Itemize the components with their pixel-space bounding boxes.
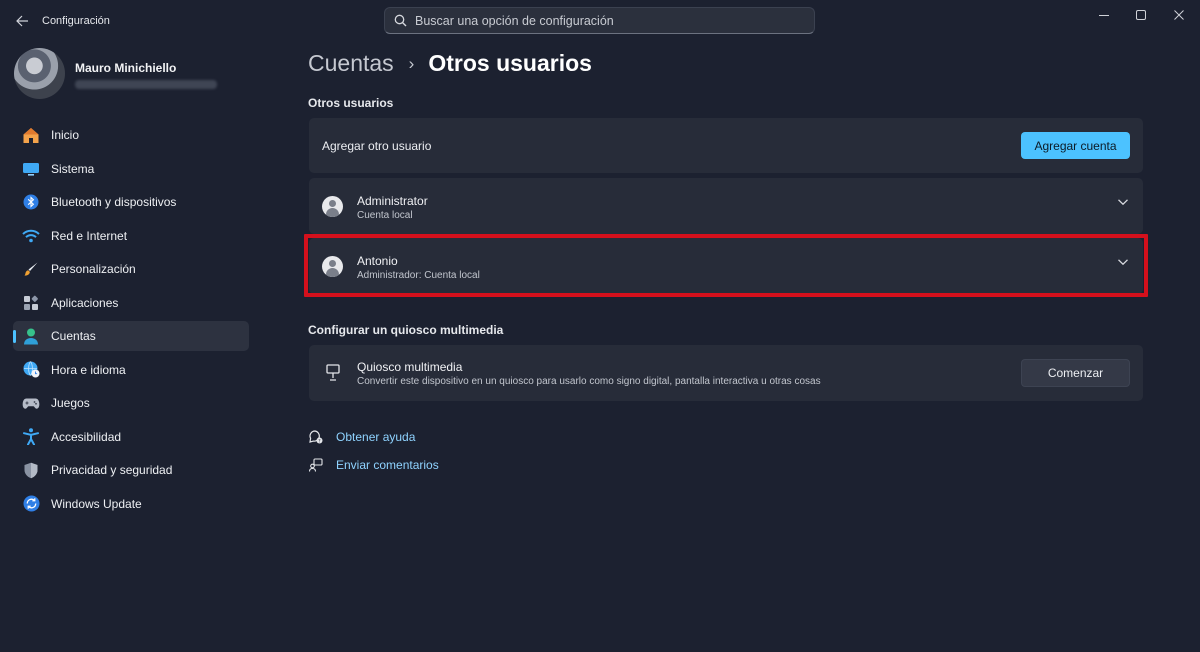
sidebar-item-label: Windows Update [51, 496, 142, 511]
feedback-link-text[interactable]: Enviar comentarios [336, 458, 439, 472]
back-button[interactable] [10, 10, 34, 32]
arrow-left-icon [15, 15, 28, 27]
maximize-button[interactable] [1126, 6, 1156, 24]
wifi-icon [22, 227, 40, 245]
apps-icon [22, 294, 40, 312]
section-title-other-users: Otros usuarios [308, 96, 394, 110]
monitor-icon [22, 160, 40, 178]
add-user-label: Agregar otro usuario [322, 139, 432, 153]
feedback-icon [309, 458, 323, 472]
person-icon [22, 327, 40, 345]
sidebar-item-label: Aplicaciones [51, 295, 119, 310]
search-input[interactable]: Buscar una opción de configuración [384, 7, 815, 34]
sidebar-item-label: Accesibilidad [51, 429, 122, 444]
kiosk-title: Quiosco multimedia [357, 360, 463, 374]
user-card-administrator[interactable]: Administrator Cuenta local [309, 178, 1143, 234]
chevron-down-icon[interactable] [1117, 198, 1129, 206]
help-link[interactable]: ? Obtener ayuda [309, 430, 415, 444]
page-title: Otros usuarios [428, 50, 592, 76]
sidebar-item-label: Inicio [51, 128, 80, 142]
sidebar-item-label: Bluetooth y dispositivos [51, 195, 177, 209]
sidebar-item-hora[interactable]: Hora e idioma [13, 355, 249, 385]
sidebar-item-label: Hora e idioma [51, 362, 126, 377]
sidebar-item-red[interactable]: Red e Internet [13, 221, 249, 251]
close-button[interactable] [1164, 6, 1194, 24]
sidebar-item-label: Cuentas [51, 329, 96, 343]
kiosk-card: Quiosco multimedia Convertir este dispos… [309, 345, 1143, 401]
sidebar-nav: Inicio Sistema Bluetooth y dispositivos … [13, 120, 249, 522]
chevron-right-icon: › [408, 53, 415, 73]
maximize-icon [1136, 10, 1146, 20]
breadcrumb-parent[interactable]: Cuentas [308, 50, 394, 77]
close-icon [1174, 10, 1184, 20]
user-avatar-icon [322, 196, 343, 217]
kiosk-icon [326, 364, 340, 381]
help-link-text[interactable]: Obtener ayuda [336, 430, 415, 444]
minimize-button[interactable] [1089, 6, 1119, 24]
feedback-link[interactable]: Enviar comentarios [309, 458, 439, 472]
title-bar: Configuración Buscar una opción de confi… [0, 0, 1200, 42]
highlight-annotation-box [304, 234, 1148, 297]
section-title-kiosk: Configurar un quiosco multimedia [308, 323, 504, 337]
add-account-button[interactable]: Agregar cuenta [1021, 132, 1130, 159]
search-icon [385, 14, 415, 27]
search-placeholder: Buscar una opción de configuración [415, 13, 614, 28]
sidebar-item-label: Red e Internet [51, 228, 128, 243]
sidebar-item-aplicaciones[interactable]: Aplicaciones [13, 288, 249, 318]
sidebar-item-bluetooth[interactable]: Bluetooth y dispositivos [13, 187, 249, 217]
kiosk-description: Convertir este dispositivo en un quiosco… [357, 376, 821, 387]
home-icon [22, 126, 40, 144]
sidebar-item-juegos[interactable]: Juegos [13, 388, 249, 418]
user-account-type: Cuenta local [357, 210, 413, 221]
accessibility-icon [22, 428, 40, 446]
minimize-icon [1099, 15, 1109, 16]
breadcrumb: Cuentas › Otros usuarios [308, 50, 592, 77]
user-profile[interactable]: Mauro Minichiello [14, 48, 254, 100]
sidebar-item-sistema[interactable]: Sistema [13, 154, 249, 184]
sidebar-item-label: Privacidad y seguridad [51, 463, 173, 477]
avatar [14, 48, 65, 99]
sidebar-item-personalizacion[interactable]: Personalización [13, 254, 249, 284]
update-icon [22, 495, 40, 513]
shield-icon [22, 461, 40, 479]
start-kiosk-button[interactable]: Comenzar [1021, 359, 1130, 387]
user-name: Administrator [357, 194, 428, 208]
brush-icon [22, 260, 40, 278]
help-chat-icon: ? [309, 430, 323, 444]
sidebar-item-cuentas[interactable]: Cuentas [13, 321, 249, 351]
sidebar-item-windows-update[interactable]: Windows Update [13, 489, 249, 519]
profile-name: Mauro Minichiello [75, 61, 177, 75]
sidebar-item-label: Sistema [51, 161, 95, 176]
sidebar-item-label: Juegos [51, 396, 90, 410]
gamepad-icon [22, 394, 40, 412]
app-title: Configuración [42, 15, 110, 27]
profile-email [75, 80, 217, 89]
add-user-card: Agregar otro usuario Agregar cuenta [309, 118, 1143, 173]
sidebar-item-accesibilidad[interactable]: Accesibilidad [13, 422, 249, 452]
globe-clock-icon [22, 361, 40, 379]
sidebar-item-privacidad[interactable]: Privacidad y seguridad [13, 455, 249, 485]
sidebar-item-label: Personalización [51, 262, 136, 276]
sidebar-item-inicio[interactable]: Inicio [13, 120, 249, 150]
bluetooth-icon [22, 193, 40, 211]
